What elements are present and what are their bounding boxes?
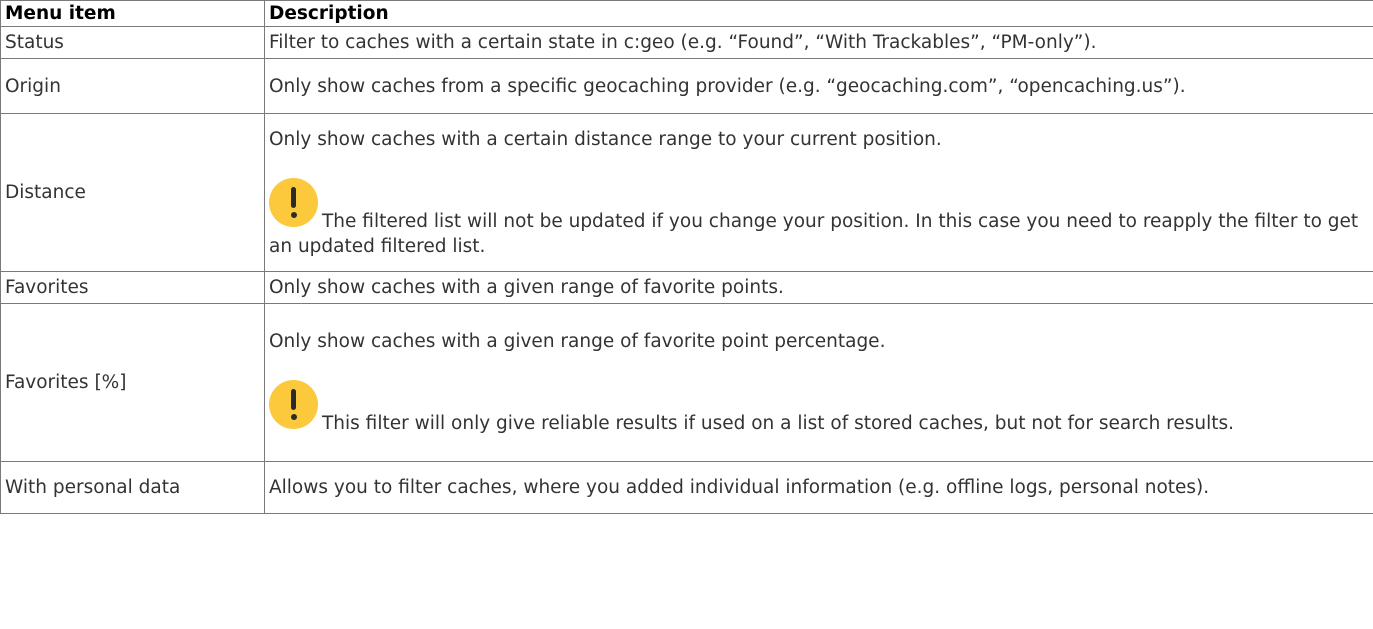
table-row-status: Status Filter to caches with a certain s… — [0, 26, 1373, 59]
warning-note: This filter will only give reliable resu… — [269, 380, 1369, 436]
warning-icon — [269, 177, 318, 227]
warning-icon — [269, 380, 318, 429]
menu-item-cell: Favorites — [0, 271, 265, 304]
menu-item-cell: Origin — [0, 58, 265, 114]
menu-item-cell: Distance — [0, 113, 265, 272]
table-row-personal-data: With personal data Allows you to filter … — [0, 461, 1373, 514]
description-cell: Only show caches from a specific geocach… — [264, 58, 1373, 114]
description-cell: Allows you to filter caches, where you a… — [264, 461, 1373, 514]
warning-note: The filtered list will not be updated if… — [269, 177, 1369, 259]
menu-item-cell: With personal data — [0, 461, 265, 514]
table-row-distance: Distance Only show caches with a certain… — [0, 113, 1373, 272]
description-cell: Filter to caches with a certain state in… — [264, 26, 1373, 59]
description-cell: Only show caches with a certain distance… — [264, 113, 1373, 272]
description-text: Only show caches with a certain distance… — [269, 128, 942, 150]
warning-note-text: The filtered list will not be updated if… — [269, 210, 1359, 257]
description-cell: Only show caches with a given range of f… — [264, 271, 1373, 304]
column-header-description: Description — [264, 0, 1373, 27]
table-row-origin: Origin Only show caches from a specific … — [0, 58, 1373, 114]
column-header-menu-item: Menu item — [0, 0, 265, 27]
description-cell: Only show caches with a given range of f… — [264, 303, 1373, 462]
menu-item-cell: Favorites [%] — [0, 303, 265, 462]
menu-item-cell: Status — [0, 26, 265, 59]
table-row-favorites: Favorites Only show caches with a given … — [0, 271, 1373, 304]
warning-note-text: This filter will only give reliable resu… — [322, 413, 1235, 434]
table-row-favorites-percent: Favorites [%] Only show caches with a gi… — [0, 303, 1373, 462]
filter-menu-table: Menu item Description Status Filter to c… — [0, 0, 1373, 514]
description-text: Only show caches with a given range of f… — [269, 331, 886, 352]
table-header-row: Menu item Description — [0, 0, 1373, 27]
